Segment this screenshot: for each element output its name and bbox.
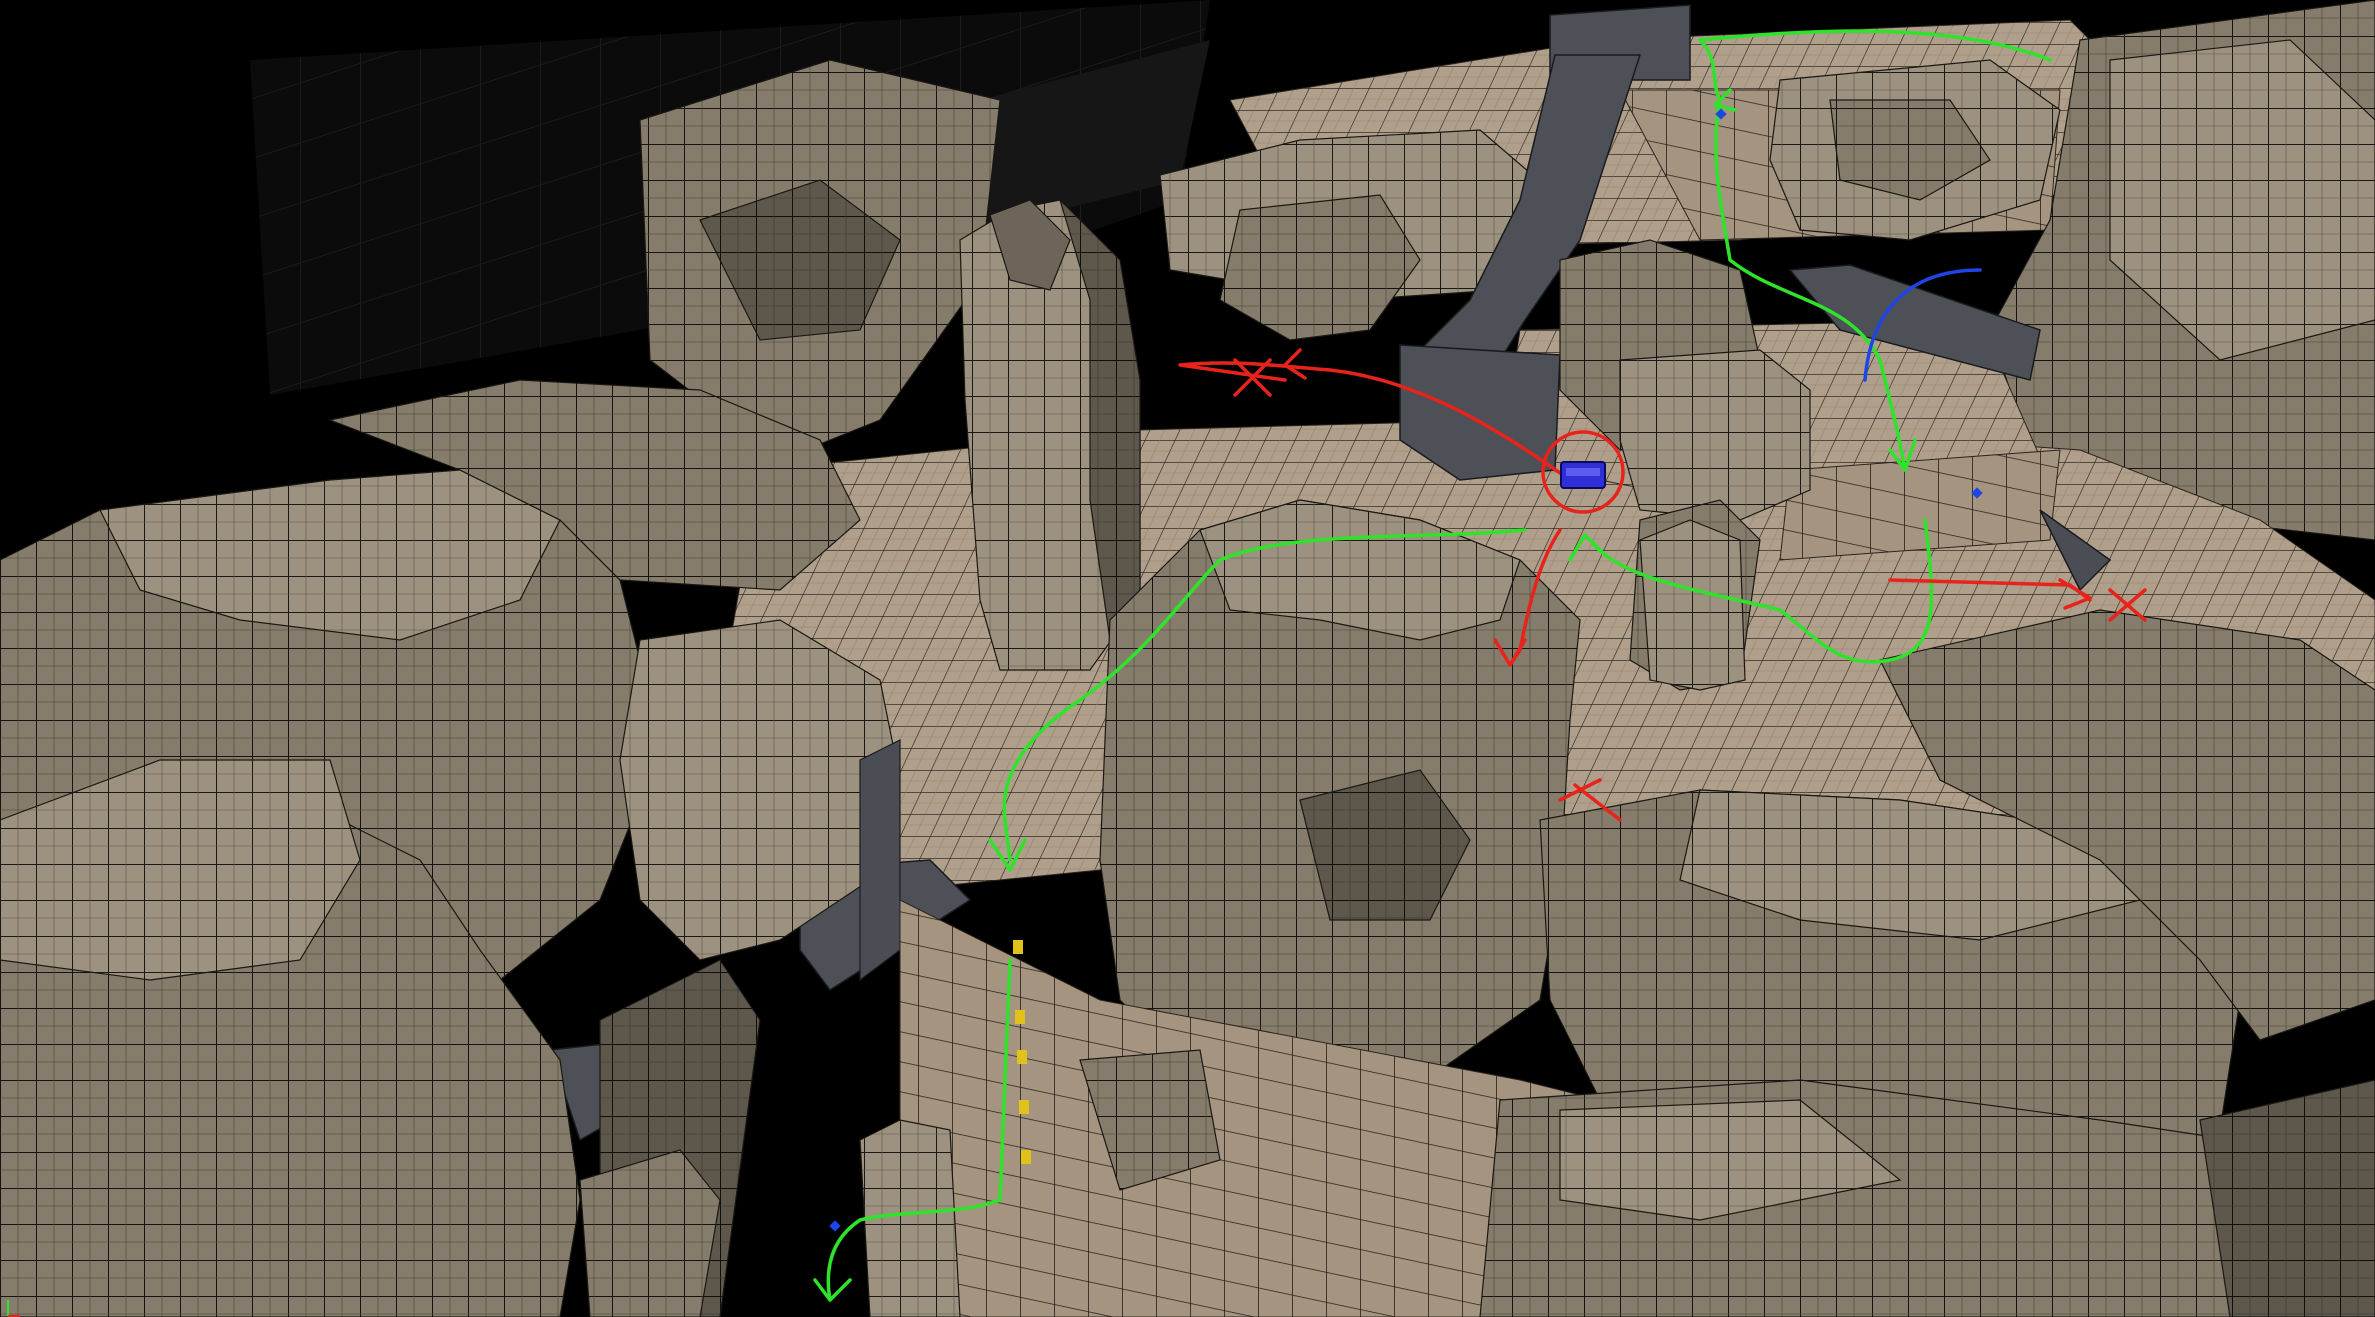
level-scene — [0, 0, 2375, 1317]
arrow-head — [813, 1278, 852, 1302]
waypoint-marker — [829, 1220, 841, 1232]
stone-pillar-small — [1639, 519, 1746, 691]
arrow-head — [1283, 348, 1307, 380]
stone-pillar-tall — [959, 199, 1141, 671]
game-viewport[interactable] — [0, 0, 2375, 1317]
ledge-marker — [1021, 1150, 1031, 1164]
ledge-marker — [1013, 940, 1023, 954]
rock-formation-left — [0, 379, 901, 1317]
rock-formation-center-front — [1099, 499, 1581, 1081]
ledge-marker — [1015, 1010, 1025, 1024]
ledge-marker — [1019, 1100, 1029, 1114]
player-vehicle-icon[interactable] — [1560, 461, 1606, 489]
ledge-marker — [1017, 1050, 1027, 1064]
